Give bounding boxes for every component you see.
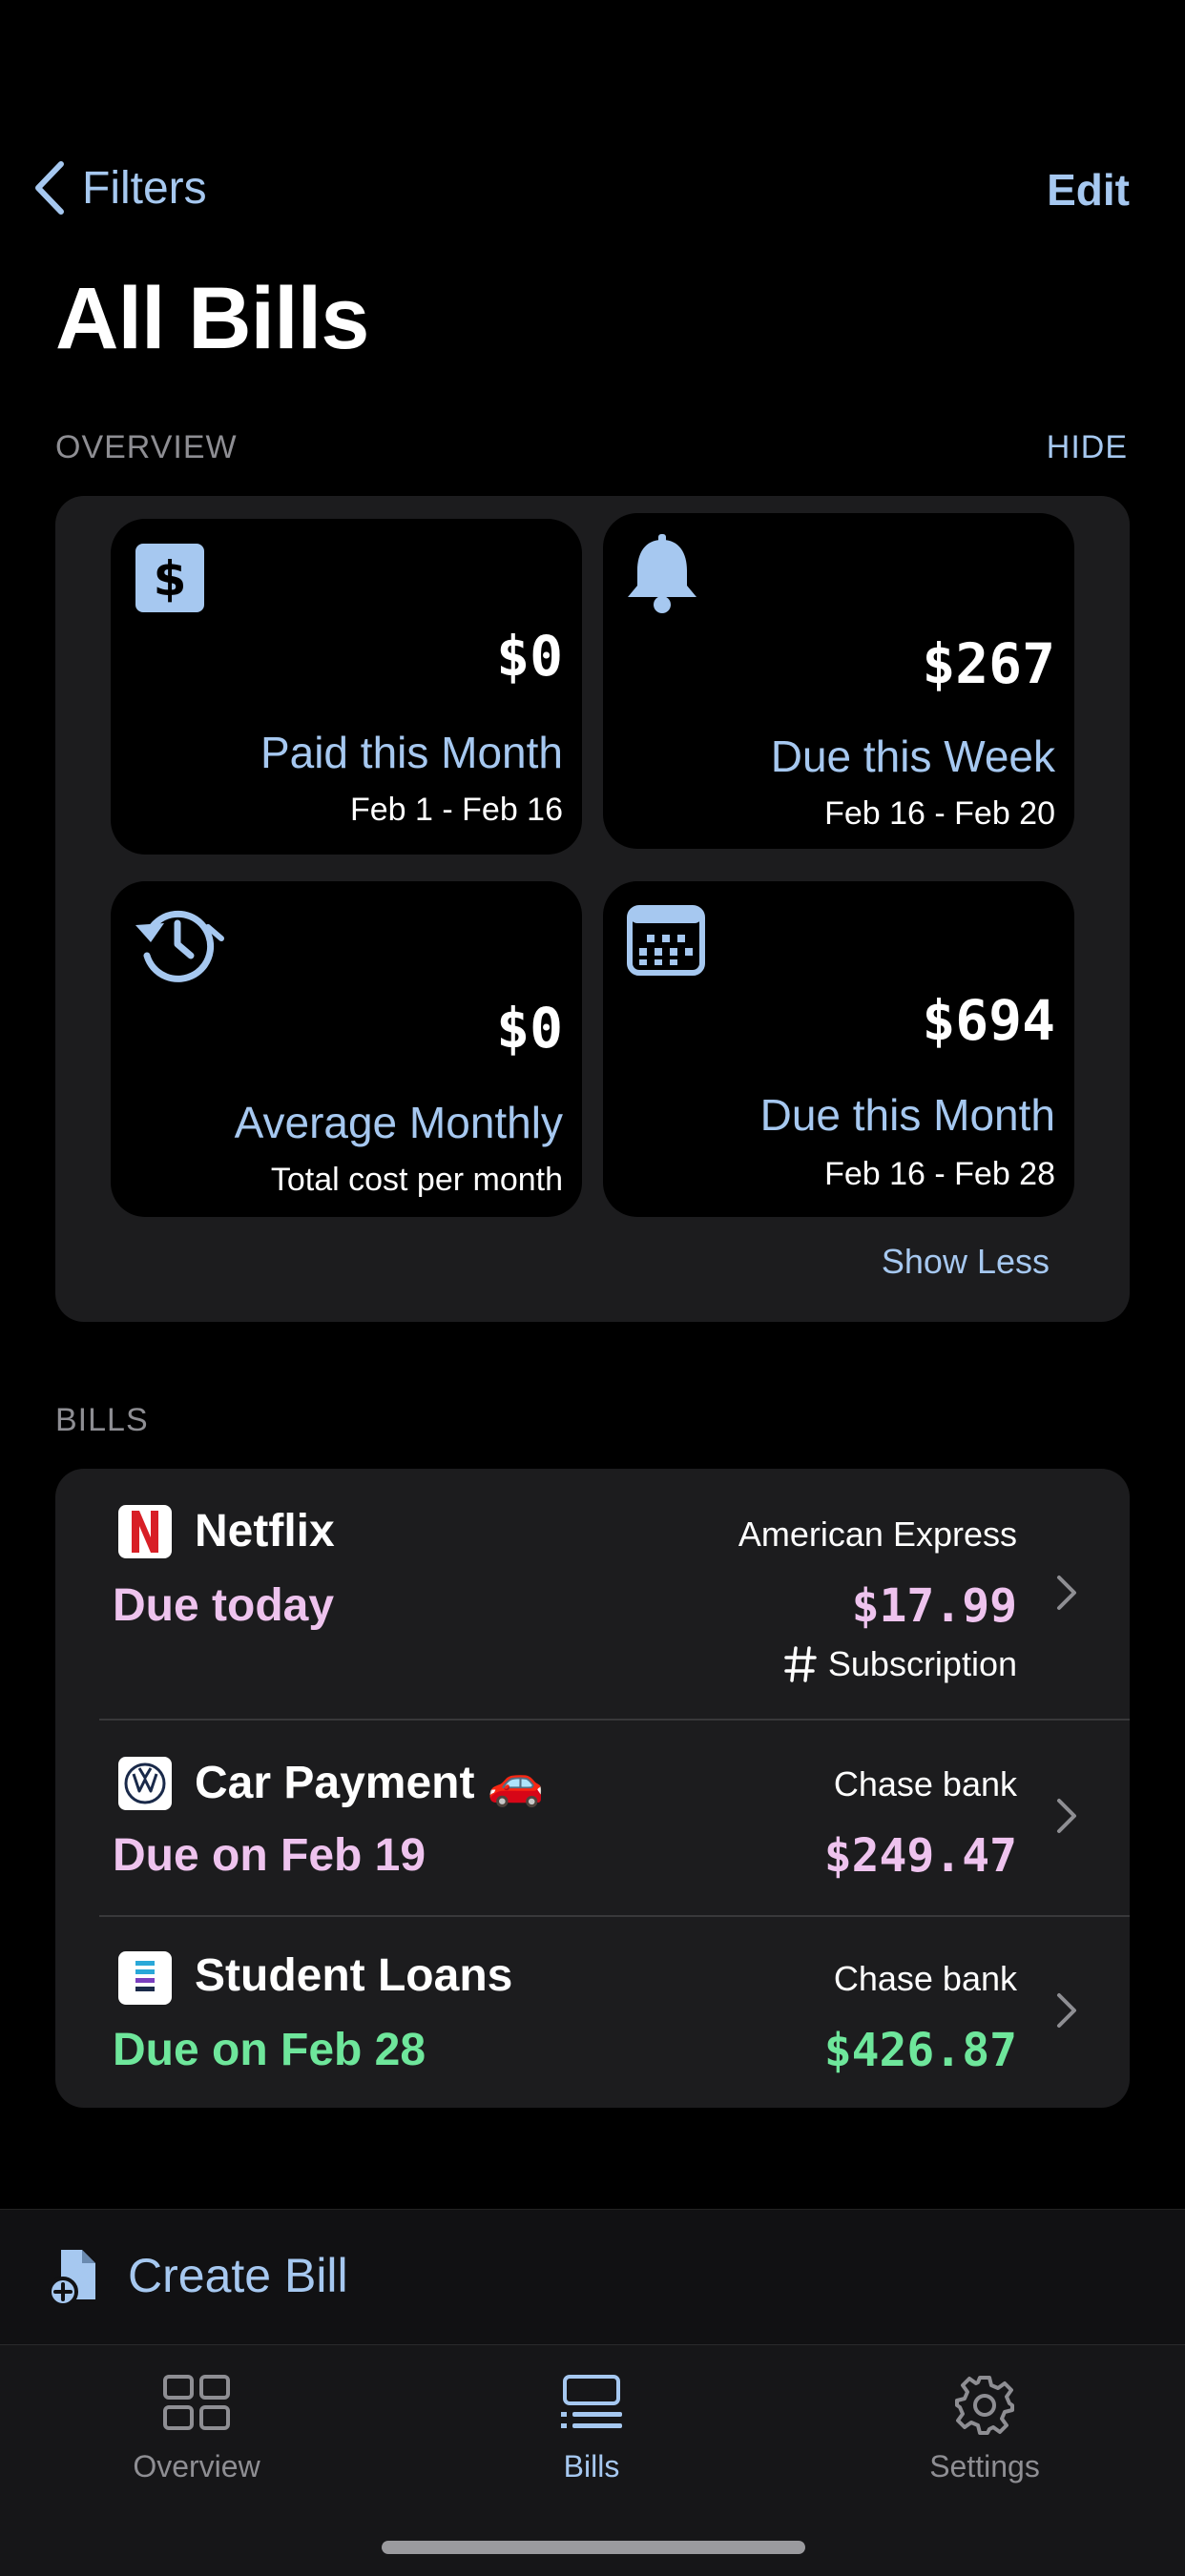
average-label: Average Monthly [234,1098,563,1147]
paid-amount: $0 [496,624,563,689]
overview-section-label: OVERVIEW [55,429,238,465]
average-monthly-card[interactable]: $0 Average Monthly Total cost per month [111,881,582,1217]
bill-amount: $426.87 [823,2024,1017,2077]
bill-due-status: Due today [113,1580,335,1631]
tab-overview[interactable]: Overview [82,2374,311,2484]
overview-panel: $ $0 Paid this Month Feb 1 - Feb 16 $267… [55,496,1130,1322]
back-label: Filters [82,162,207,214]
add-document-icon [48,2250,95,2307]
average-amount: $0 [496,996,563,1061]
bill-amount: $249.47 [823,1829,1017,1883]
loan-logo [118,1951,172,2005]
create-bill-button[interactable]: Create Bill [0,2209,1185,2345]
paid-date-range: Feb 1 - Feb 16 [349,792,563,828]
due-this-month-card[interactable]: $694 Due this Month Feb 16 - Feb 28 [603,881,1074,1217]
bills-list-icon [561,2375,622,2428]
chevron-right-icon [1057,1576,1076,1610]
bill-row-car-payment[interactable]: Car Payment 🚗 Chase bank Due on Feb 19 $… [55,1721,1130,1915]
due-week-date-range: Feb 16 - Feb 20 [824,795,1055,832]
due-week-label: Due this Week [770,732,1055,781]
dollar-icon: $ [134,542,206,619]
due-this-week-card[interactable]: $267 Due this Week Feb 16 - Feb 20 [603,513,1074,849]
chevron-right-icon [1057,1799,1076,1833]
gear-icon [955,2376,1014,2435]
show-less-button[interactable]: Show Less [882,1242,1050,1282]
hide-overview-button[interactable]: HIDE [1047,429,1128,466]
tab-bills-label: Bills [563,2449,620,2483]
calendar-icon [626,904,706,981]
tab-bills[interactable]: Bills [477,2374,706,2484]
paid-this-month-card[interactable]: $ $0 Paid this Month Feb 1 - Feb 16 [111,519,582,855]
bell-icon [624,534,700,621]
chevron-right-icon [1057,1993,1076,2028]
tab-overview-label: Overview [133,2449,260,2483]
tab-settings-label: Settings [929,2449,1040,2483]
tab-settings[interactable]: Settings [870,2374,1099,2484]
paid-label: Paid this Month [260,728,563,777]
bill-row-netflix[interactable]: Netflix American Express Due today $17.9… [55,1469,1130,1719]
bill-bank: Chase bank [833,1959,1017,1998]
bill-bank: American Express [738,1515,1017,1554]
bill-tag: Subscription [784,1644,1017,1684]
due-month-label: Due this Month [759,1090,1055,1140]
history-icon [130,900,225,991]
home-indicator [382,2541,805,2554]
bill-due-status: Due on Feb 19 [113,1830,426,1881]
bill-amount: $17.99 [851,1579,1017,1633]
hashtag-icon [784,1646,817,1682]
page-title: All Bills [55,270,369,367]
create-bill-label: Create Bill [128,2249,348,2302]
due-month-date-range: Feb 16 - Feb 28 [824,1156,1055,1192]
chevron-left-icon [35,161,64,215]
average-sub: Total cost per month [270,1162,563,1198]
back-button[interactable]: Filters [32,160,207,216]
bill-tag-label: Subscription [827,1644,1017,1683]
bill-name: Netflix [195,1506,335,1556]
volkswagen-logo [118,1757,172,1810]
netflix-logo [118,1505,172,1558]
bills-section-label: BILLS [55,1402,149,1438]
bill-due-status: Due on Feb 28 [113,2025,426,2075]
bill-row-student-loans[interactable]: Student Loans Chase bank Due on Feb 28 $… [55,1917,1130,2108]
bill-name: Student Loans [195,1950,513,2001]
grid-icon [163,2375,230,2430]
due-week-amount: $267 [922,631,1055,696]
bills-list: Netflix American Express Due today $17.9… [55,1469,1130,2108]
edit-button[interactable]: Edit [1047,164,1130,216]
bill-bank: Chase bank [833,1764,1017,1803]
due-month-amount: $694 [922,988,1055,1053]
bill-name: Car Payment 🚗 [195,1758,545,1808]
svg-text:$: $ [154,551,187,607]
